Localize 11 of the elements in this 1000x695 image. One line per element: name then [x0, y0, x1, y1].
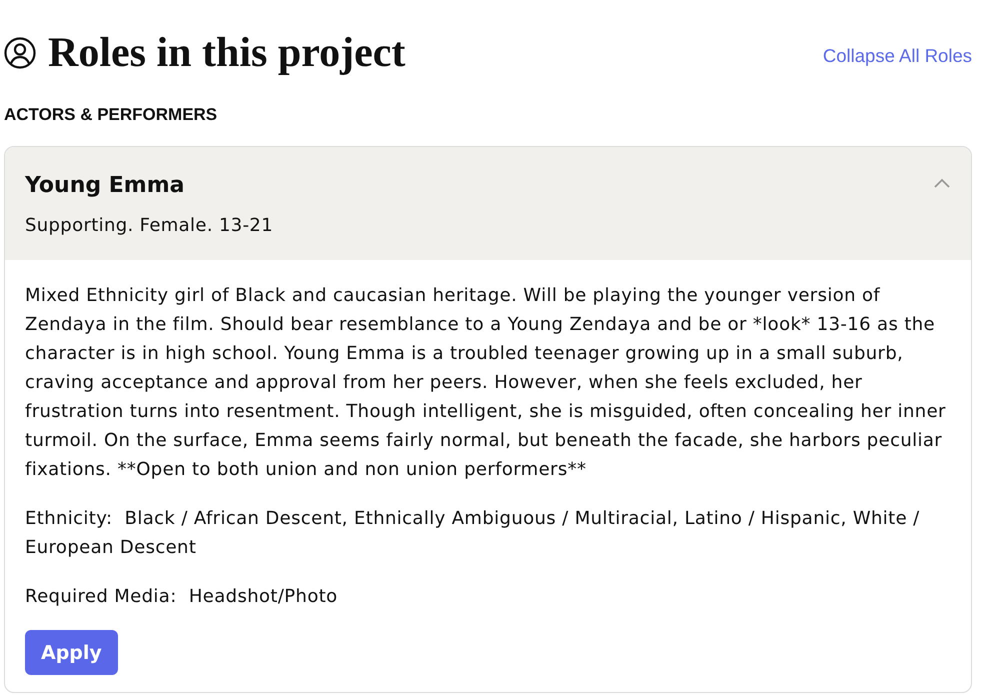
- page-title: Roles in this project: [48, 30, 406, 76]
- role-name: Young Emma: [25, 172, 186, 200]
- apply-button[interactable]: Apply: [25, 630, 118, 675]
- user-circle-icon: [4, 37, 36, 69]
- role-description: Mixed Ethnicity girl of Black and caucasian heritage. Will be playing the younger version of Zendaya in the film. Should bear resemblance to a Young Zendaya and be or *look* 13-16 as the character is in high school. Young Emma is a troubled teenager growing up in a small suburb, craving acceptance and approval from her peers. However, when she feels excluded, her frustration turns into resentment. Though intelligent, she is misguided, often concealing her inner turmoil. On the surface, Emma seems fairly normal, but beneath the facade, she harbors peculiar fixations. **Open to both union and non union performers**: [25, 284, 947, 482]
- collapse-all-link[interactable]: Collapse All Roles: [822, 45, 972, 67]
- chevron-icon[interactable]: [933, 177, 951, 189]
- role-detail: Ethnicity: Black / African Descent, Ethnically Ambiguous / Multiracial, Latino / Hispanic, White / European Descent: [25, 507, 921, 560]
- section-heading: ACTORS & PERFORMERS: [4, 104, 218, 126]
- role-summary: Supporting. Female. 13-21: [25, 214, 274, 238]
- role-detail: Required Media: Headshot/Photo: [25, 585, 339, 609]
